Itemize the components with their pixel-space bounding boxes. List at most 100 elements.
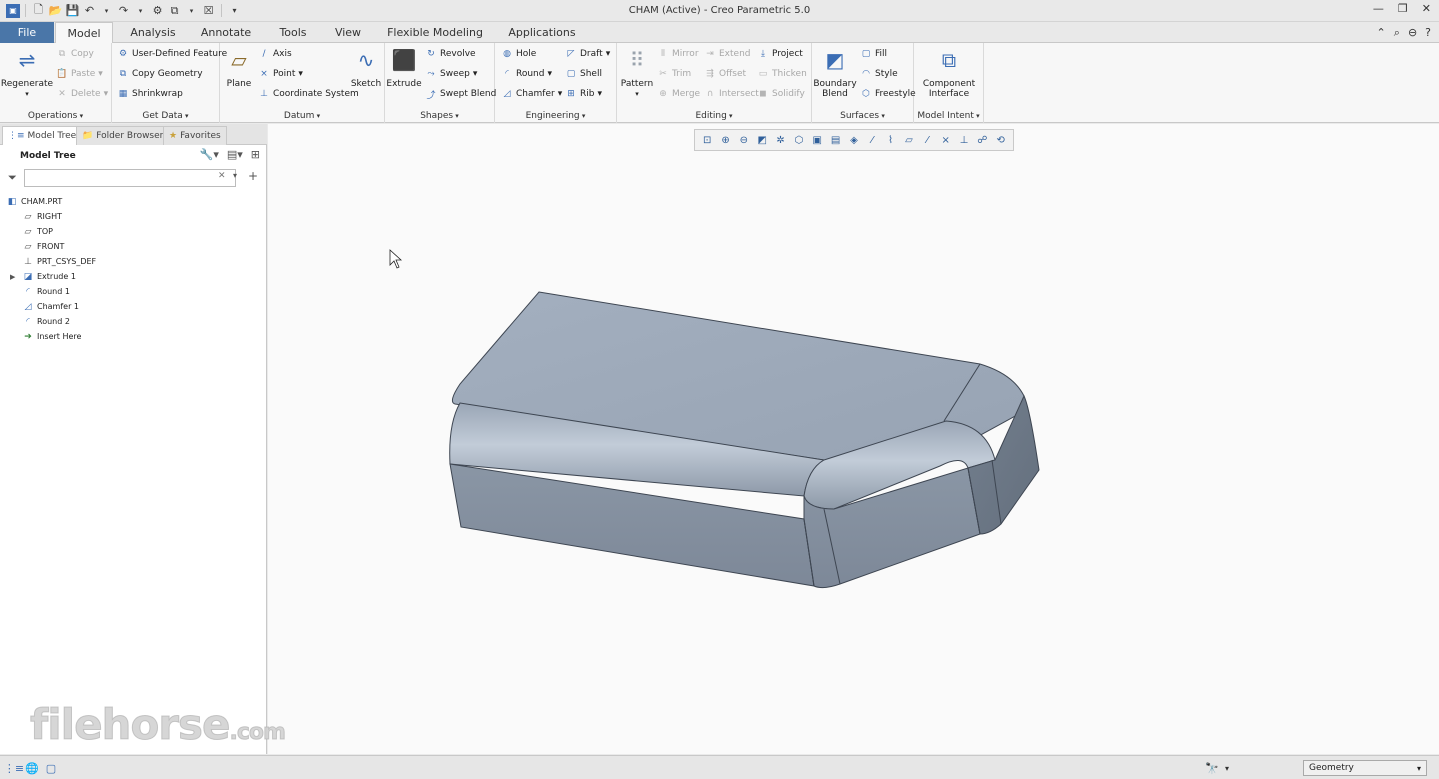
tree-item-extrude-1[interactable]: ▶ ◪ Extrude 1: [6, 269, 261, 284]
draft-button[interactable]: ◸ Draft ▾: [565, 48, 611, 60]
tree-item-cham-prt[interactable]: ◧ CHAM.PRT: [6, 194, 261, 209]
group-label-surfaces[interactable]: Surfaces: [812, 111, 913, 121]
tree-item-round-2[interactable]: ◜ Round 2: [6, 314, 261, 329]
freestyle-button[interactable]: ⬡ Freestyle: [860, 88, 916, 100]
tab-annotate[interactable]: Annotate: [192, 22, 260, 43]
intersect-button[interactable]: ∩ Intersect: [704, 88, 759, 100]
tab-view[interactable]: View: [326, 22, 370, 43]
tree-filter-icon[interactable]: ⊞: [251, 148, 260, 161]
tree-item-csys[interactable]: ⊥ PRT_CSYS_DEF: [6, 254, 261, 269]
extend-button[interactable]: ⇥ Extend: [704, 48, 750, 60]
point-button[interactable]: × Point ▾: [258, 68, 303, 80]
chamfer-button[interactable]: ◿ Chamfer ▾: [501, 88, 563, 100]
navigator-toggle-icon[interactable]: ⋮≡: [4, 761, 24, 775]
round-button[interactable]: ◜ Round ▾: [501, 68, 552, 80]
window-title: CHAM (Active) - Creo Parametric 5.0: [628, 5, 811, 16]
copy-geometry-button[interactable]: ⧉ Copy Geometry: [117, 68, 203, 80]
sweep-button[interactable]: ⤳ Sweep ▾: [425, 68, 477, 80]
copy-geometry-icon: ⧉: [119, 69, 127, 79]
tab-file[interactable]: File: [0, 22, 54, 43]
close-icon[interactable]: ✕: [1422, 2, 1431, 15]
plane-button[interactable]: ▱ Plane: [224, 47, 254, 89]
hole-button[interactable]: ◍ Hole: [501, 48, 536, 60]
tab-favorites[interactable]: ★ Favorites: [163, 126, 227, 145]
tree-item-right[interactable]: ▱ RIGHT: [6, 209, 261, 224]
axis-button[interactable]: / Axis: [258, 48, 291, 60]
component-interface-button[interactable]: ⧉ Component Interface: [917, 47, 981, 99]
sketch-button[interactable]: ∿ Sketch: [350, 47, 382, 89]
tree-item-chamfer-1[interactable]: ◿ Chamfer 1: [6, 299, 261, 314]
boundary-blend-button[interactable]: ◩ Boundary Blend: [813, 47, 856, 99]
project-button[interactable]: ⤓ Project: [757, 48, 803, 60]
solidify-button[interactable]: ◼ Solidify: [757, 88, 805, 100]
boundary-blend-label-2: Blend: [822, 89, 848, 99]
restore-icon[interactable]: ❐: [1398, 2, 1408, 15]
shell-button[interactable]: ▢ Shell: [565, 68, 602, 80]
find-icon[interactable]: 🔭: [1205, 761, 1219, 775]
tab-model[interactable]: Model: [55, 22, 113, 44]
chevron-down-icon: ▾: [25, 90, 29, 98]
filter-icon[interactable]: ⏷: [8, 171, 17, 185]
merge-button[interactable]: ⊕ Merge: [657, 88, 700, 100]
search-icon[interactable]: ⌕: [1394, 26, 1400, 40]
copy-button[interactable]: ⧉ Copy: [56, 48, 94, 60]
regenerate-button[interactable]: ⇌ Regenerate ▾: [1, 47, 53, 99]
minimize-icon[interactable]: —: [1373, 2, 1384, 15]
account-icon[interactable]: ⊖: [1408, 26, 1417, 40]
offset-button[interactable]: ⇶ Offset: [704, 68, 746, 80]
style-button[interactable]: ◠ Style: [860, 68, 898, 80]
part-model-3d[interactable]: [268, 124, 1439, 754]
extend-icon: ⇥: [706, 49, 714, 59]
clear-icon[interactable]: ✕: [218, 171, 226, 181]
tree-item-insert-here[interactable]: ➔ Insert Here: [6, 329, 261, 344]
tab-analysis[interactable]: Analysis: [120, 22, 186, 43]
group-label-datum[interactable]: Datum: [220, 111, 384, 121]
search-input[interactable]: [24, 169, 236, 187]
paste-label: Paste: [71, 69, 96, 79]
tab-tools[interactable]: Tools: [268, 22, 318, 43]
swept-blend-button[interactable]: ⤴ Swept Blend: [425, 88, 496, 101]
fill-button[interactable]: ▢ Fill: [860, 48, 887, 60]
trim-button[interactable]: ✂ Trim: [657, 68, 691, 80]
pattern-button[interactable]: ⠿ Pattern ▾: [620, 47, 654, 99]
tab-applications[interactable]: Applications: [498, 22, 586, 43]
thicken-button[interactable]: ▭ Thicken: [757, 68, 807, 80]
graphics-window[interactable]: ⊡ ⊕ ⊖ ◩ ✲ ⬡ ▣ ▤ ◈ ⁄ ⌇ ▱ ⁄ × ⊥ ☍ ⟲: [268, 124, 1439, 754]
round-icon: ◜: [26, 286, 30, 297]
add-icon[interactable]: +: [248, 169, 258, 183]
paste-button[interactable]: 📋 Paste ▾: [56, 68, 102, 80]
extrude-button[interactable]: ⬛ Extrude: [386, 47, 421, 89]
tree-settings-icon[interactable]: 🔧▾: [200, 148, 219, 161]
udf-button[interactable]: ⚙ User-Defined Feature: [117, 48, 227, 60]
minimize-ribbon-icon[interactable]: ⌃: [1377, 26, 1386, 40]
tab-model-tree[interactable]: ⋮≡ Model Tree: [2, 126, 83, 145]
help-icon[interactable]: ?: [1425, 26, 1431, 40]
group-label-shapes[interactable]: Shapes: [385, 111, 494, 121]
group-label-model-intent[interactable]: Model Intent: [914, 111, 983, 121]
group-label-engineering[interactable]: Engineering: [495, 111, 616, 121]
tab-folder-browser[interactable]: 📁 Folder Browser: [76, 126, 170, 145]
tree-item-front[interactable]: ▱ FRONT: [6, 239, 261, 254]
mirror-button[interactable]: ⫴ Mirror: [657, 48, 698, 60]
group-label-editing[interactable]: Editing: [617, 111, 811, 121]
browser-toggle-icon[interactable]: 🌐: [25, 761, 39, 775]
tab-flexible-modeling[interactable]: Flexible Modeling: [380, 22, 490, 43]
extrude-icon: ◪: [23, 271, 33, 282]
delete-button[interactable]: ✕ Delete ▾: [56, 88, 108, 100]
regenerate-icon: ⇌: [18, 48, 36, 72]
group-label-operations[interactable]: Operations: [0, 111, 111, 121]
show-icon[interactable]: ▤▾: [227, 148, 243, 161]
csys-button[interactable]: ⊥ Coordinate System: [258, 88, 359, 100]
tree-item-round-1[interactable]: ◜ Round 1: [6, 284, 261, 299]
selection-filter-select[interactable]: Geometry ▾: [1303, 760, 1427, 776]
rib-button[interactable]: ⊞ Rib ▾: [565, 88, 602, 100]
project-icon: ⤓: [761, 49, 765, 59]
expand-arrow-icon[interactable]: ▶: [10, 273, 15, 281]
tree-item-top[interactable]: ▱ TOP: [6, 224, 261, 239]
filter-dropdown-icon[interactable]: ▾: [233, 171, 237, 180]
full-screen-icon[interactable]: ▢: [44, 761, 58, 775]
find-dropdown-icon[interactable]: ▾: [1220, 761, 1234, 775]
revolve-button[interactable]: ↻ Revolve: [425, 48, 475, 60]
shrinkwrap-button[interactable]: ▦ Shrinkwrap: [117, 88, 183, 100]
group-label-get-data[interactable]: Get Data: [112, 111, 219, 121]
